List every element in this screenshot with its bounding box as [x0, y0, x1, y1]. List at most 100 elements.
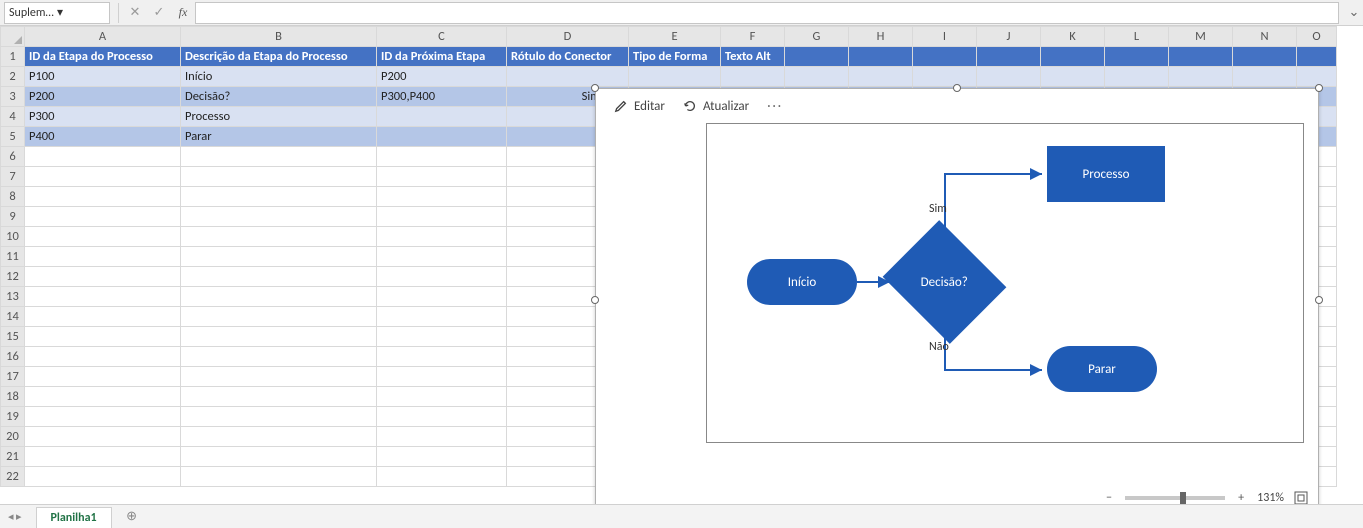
cell[interactable]	[25, 387, 181, 407]
cell[interactable]	[181, 427, 377, 447]
cell[interactable]	[785, 67, 849, 87]
cell[interactable]: ID da Etapa do Processo	[25, 47, 181, 67]
zoom-out-button[interactable]: −	[1103, 491, 1115, 505]
cell[interactable]	[1297, 47, 1337, 67]
row-header[interactable]: 22	[1, 467, 25, 487]
cell[interactable]: Texto Alt	[721, 47, 785, 67]
cell[interactable]	[977, 67, 1041, 87]
column-header[interactable]: K	[1041, 27, 1105, 47]
row-header[interactable]: 1	[1, 47, 25, 67]
chevron-down-icon[interactable]: ▾	[57, 5, 105, 20]
row-header[interactable]: 10	[1, 227, 25, 247]
row-header[interactable]: 19	[1, 407, 25, 427]
cell[interactable]: Início	[181, 67, 377, 87]
row-header[interactable]: 14	[1, 307, 25, 327]
cell[interactable]	[25, 267, 181, 287]
cell[interactable]	[507, 67, 629, 87]
cell[interactable]	[181, 247, 377, 267]
cell[interactable]	[785, 47, 849, 67]
column-header[interactable]: B	[181, 27, 377, 47]
cell[interactable]	[25, 427, 181, 447]
cell[interactable]	[181, 447, 377, 467]
resize-handle[interactable]	[953, 84, 961, 92]
resize-handle[interactable]	[1315, 84, 1323, 92]
cell[interactable]	[1233, 47, 1297, 67]
cancel-icon[interactable]: ✕	[123, 2, 147, 24]
cell[interactable]: P300	[25, 107, 181, 127]
cell[interactable]	[25, 167, 181, 187]
visio-canvas[interactable]: Sim Não Início Decisão? Processo Parar	[706, 123, 1304, 443]
resize-handle[interactable]	[591, 84, 599, 92]
sheet-tab[interactable]: Planilha1	[36, 507, 112, 528]
cell[interactable]	[25, 227, 181, 247]
cell[interactable]	[1105, 47, 1169, 67]
cell[interactable]: P400	[25, 127, 181, 147]
row-header[interactable]: 4	[1, 107, 25, 127]
cell[interactable]	[977, 47, 1041, 67]
cell[interactable]	[181, 307, 377, 327]
cell[interactable]	[25, 447, 181, 467]
column-header[interactable]: O	[1297, 27, 1337, 47]
row-header[interactable]: 7	[1, 167, 25, 187]
row-header[interactable]: 15	[1, 327, 25, 347]
cell[interactable]	[25, 187, 181, 207]
row-header[interactable]: 11	[1, 247, 25, 267]
cell[interactable]	[377, 167, 507, 187]
more-options-button[interactable]: ···	[767, 99, 783, 114]
cell[interactable]	[1169, 67, 1233, 87]
cell[interactable]	[377, 267, 507, 287]
cell[interactable]: Processo	[181, 107, 377, 127]
cell[interactable]: P200	[25, 87, 181, 107]
row-header[interactable]: 18	[1, 387, 25, 407]
cell[interactable]	[25, 247, 181, 267]
cell[interactable]	[181, 187, 377, 207]
cell[interactable]	[377, 287, 507, 307]
cell[interactable]	[377, 347, 507, 367]
cell[interactable]	[913, 67, 977, 87]
column-header[interactable]: J	[977, 27, 1041, 47]
cell[interactable]	[377, 207, 507, 227]
expand-formula-bar-icon[interactable]: ⌄	[1345, 5, 1363, 20]
cell[interactable]	[377, 327, 507, 347]
cell[interactable]	[377, 467, 507, 487]
cell[interactable]	[181, 207, 377, 227]
cell[interactable]: P100	[25, 67, 181, 87]
row-header[interactable]: 9	[1, 207, 25, 227]
cell[interactable]	[1233, 67, 1297, 87]
cell[interactable]	[377, 427, 507, 447]
shape-stop[interactable]: Parar	[1047, 346, 1157, 392]
cell[interactable]	[181, 467, 377, 487]
shape-start[interactable]: Início	[747, 259, 857, 305]
cell[interactable]	[1169, 47, 1233, 67]
cell[interactable]	[25, 407, 181, 427]
cell[interactable]	[25, 287, 181, 307]
column-header[interactable]: E	[629, 27, 721, 47]
resize-handle[interactable]	[591, 296, 599, 304]
zoom-thumb[interactable]	[1180, 492, 1186, 504]
cell[interactable]	[181, 147, 377, 167]
confirm-icon[interactable]: ✓	[147, 2, 171, 24]
cell[interactable]: ID da Próxima Etapa	[377, 47, 507, 67]
fit-page-icon[interactable]	[1294, 491, 1308, 505]
row-header[interactable]: 8	[1, 187, 25, 207]
cell[interactable]	[25, 147, 181, 167]
column-header[interactable]: H	[849, 27, 913, 47]
cell[interactable]	[377, 367, 507, 387]
cell[interactable]: P200	[377, 67, 507, 87]
row-header[interactable]: 3	[1, 87, 25, 107]
cell[interactable]: Tipo de Forma	[629, 47, 721, 67]
refresh-button[interactable]: Atualizar	[683, 99, 749, 114]
select-all-corner[interactable]	[1, 27, 25, 47]
shape-process[interactable]: Processo	[1047, 146, 1165, 202]
column-header[interactable]: I	[913, 27, 977, 47]
zoom-slider[interactable]	[1125, 496, 1225, 500]
cell[interactable]	[25, 327, 181, 347]
cell[interactable]	[629, 67, 721, 87]
row-header[interactable]: 5	[1, 127, 25, 147]
cell[interactable]	[181, 347, 377, 367]
resize-handle[interactable]	[1315, 296, 1323, 304]
cell[interactable]	[181, 407, 377, 427]
cell[interactable]	[377, 447, 507, 467]
cell[interactable]	[849, 47, 913, 67]
column-header[interactable]: L	[1105, 27, 1169, 47]
